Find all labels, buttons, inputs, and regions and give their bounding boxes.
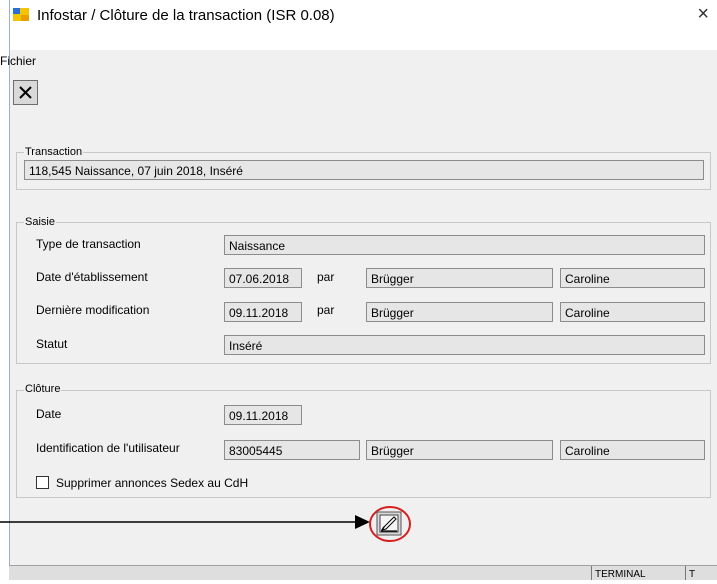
user-identification-label: Identification de l'utilisateur bbox=[36, 441, 180, 455]
establishment-date-field: 07.06.2018 bbox=[224, 268, 302, 288]
infostar-app-icon bbox=[13, 8, 29, 21]
establishment-lastname-field: Brügger bbox=[366, 268, 553, 288]
sign-button[interactable] bbox=[368, 505, 412, 543]
annotation-arrow bbox=[0, 515, 370, 529]
suppress-sedex-label[interactable]: Supprimer annonces Sedex au CdH bbox=[56, 476, 248, 490]
cancel-button[interactable] bbox=[13, 80, 38, 105]
status-bar: TERMINAL T bbox=[9, 565, 717, 580]
status-label: Statut bbox=[36, 337, 68, 351]
status-field: Inséré bbox=[224, 335, 705, 355]
transaction-type-field: Naissance bbox=[224, 235, 705, 255]
user-firstname-field: Caroline bbox=[560, 440, 705, 460]
window-title: Infostar / Clôture de la transaction (IS… bbox=[37, 7, 335, 24]
suppress-sedex-checkbox[interactable] bbox=[36, 476, 49, 489]
cloture-date-label: Date bbox=[36, 407, 62, 421]
par-label-1: par bbox=[317, 270, 335, 284]
signature-pen-icon bbox=[369, 506, 411, 542]
last-modification-field: 09.11.2018 bbox=[224, 302, 302, 322]
modification-firstname-field: Caroline bbox=[560, 302, 705, 322]
transaction-field: 118,545 Naissance, 07 juin 2018, Inséré bbox=[24, 160, 704, 180]
user-lastname-field: Brügger bbox=[366, 440, 553, 460]
title-bar: Infostar / Clôture de la transaction (IS… bbox=[10, 0, 717, 30]
cross-icon bbox=[19, 86, 32, 99]
cloture-date-field: 09.11.2018 bbox=[224, 405, 302, 425]
status-t: T bbox=[685, 566, 709, 580]
last-modification-label: Dernière modification bbox=[36, 303, 150, 317]
modification-lastname-field: Brügger bbox=[366, 302, 553, 322]
menu-bar: Fichier bbox=[10, 30, 717, 50]
menu-file-label[interactable]: Fichier bbox=[0, 54, 36, 68]
establishment-firstname-field: Caroline bbox=[560, 268, 705, 288]
cloture-legend: Clôture bbox=[24, 383, 62, 395]
par-label-2: par bbox=[317, 303, 335, 317]
establishment-date-label: Date d'établissement bbox=[36, 270, 148, 284]
transaction-legend: Transaction bbox=[24, 146, 84, 158]
status-terminal: TERMINAL bbox=[591, 566, 685, 580]
user-id-field: 83005445 bbox=[224, 440, 360, 460]
close-icon[interactable]: × bbox=[697, 3, 709, 26]
saisie-legend: Saisie bbox=[24, 216, 56, 228]
transaction-type-label: Type de transaction bbox=[36, 237, 141, 251]
